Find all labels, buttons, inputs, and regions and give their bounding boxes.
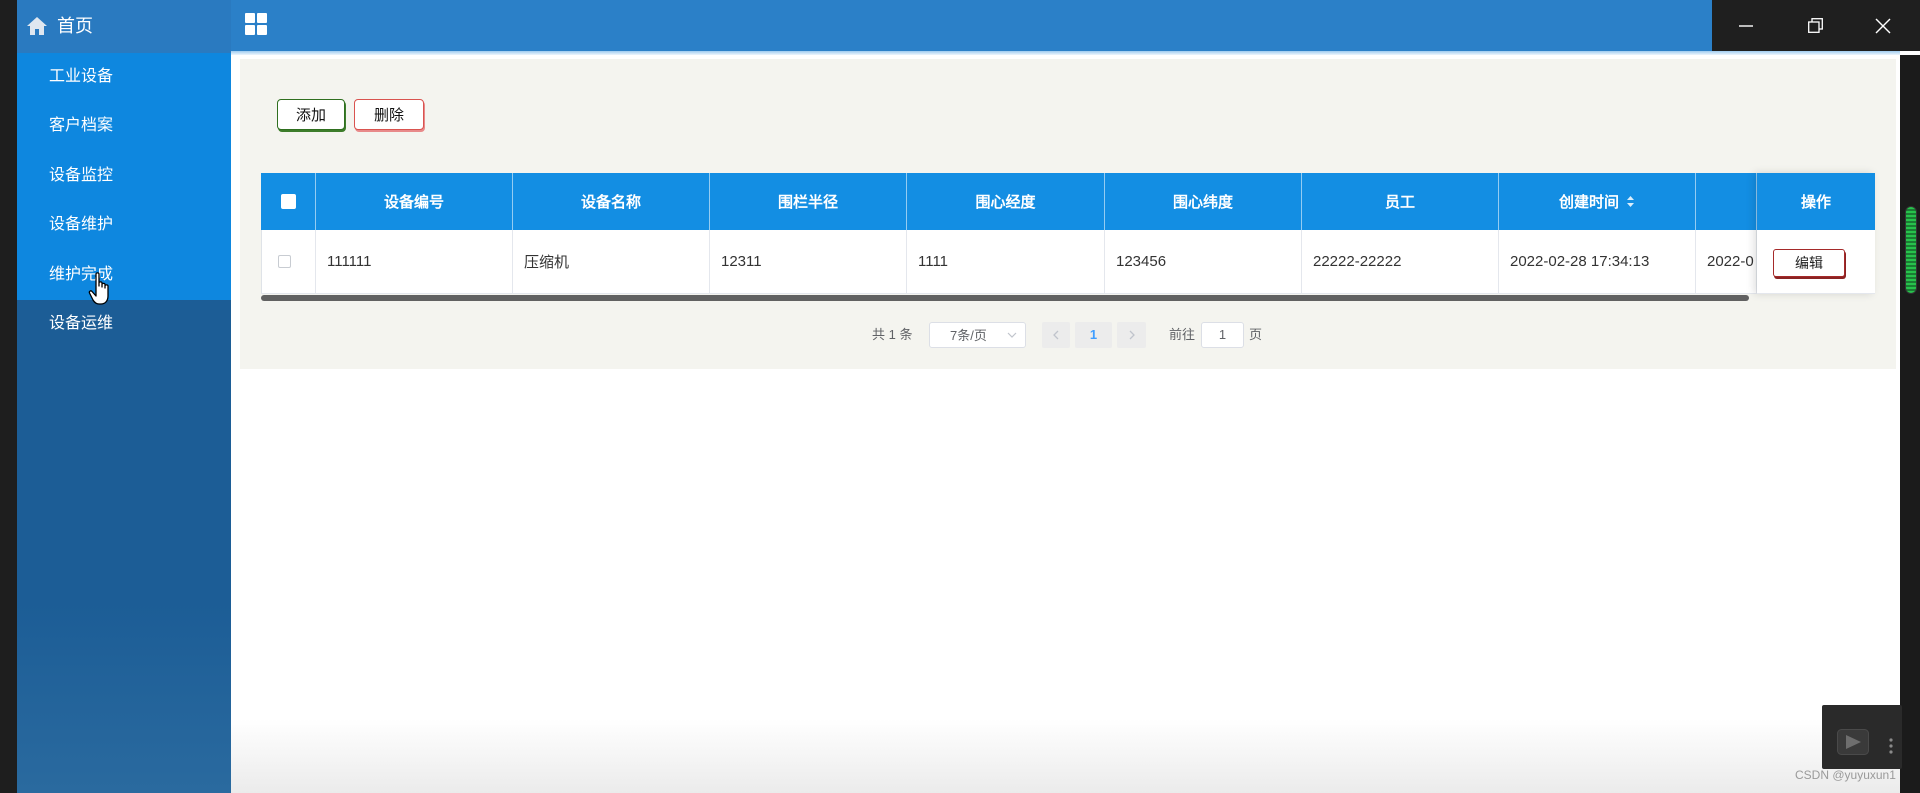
sidebar: 首页 工业设备 客户档案 设备监控 设备维护 维护完成 设备运维 [17,0,231,793]
goto-label: 前往 [1169,327,1196,342]
home-icon [27,17,47,35]
column-header-code[interactable]: 设备编号 [316,173,513,230]
column-header-name[interactable]: 设备名称 [513,173,710,230]
page-number-current[interactable]: 1 [1075,322,1112,348]
delete-button[interactable]: 删除 [354,99,424,130]
sidebar-header-label: 首页 [57,16,93,36]
sidebar-item-customer-files[interactable]: 客户档案 [17,101,231,150]
edit-button[interactable]: 编辑 [1773,249,1845,277]
goto-suffix: 页 [1249,327,1263,342]
row-checkbox[interactable] [278,255,291,268]
minimize-button[interactable] [1723,0,1769,51]
cell-name: 压缩机 [513,230,710,293]
more-vertical-icon[interactable] [1888,737,1894,755]
level-indicator [1905,206,1917,294]
restore-button[interactable] [1792,0,1838,51]
row-checkbox-cell [261,230,316,293]
sidebar-header-home[interactable]: 首页 [17,0,231,53]
window-right-edge [1900,55,1920,793]
window-left-edge [0,0,17,793]
chevron-right-icon [1129,330,1135,340]
hand-cursor-icon [88,272,109,305]
sidebar-item-equipment-operations[interactable]: 设备运维 [17,299,231,348]
next-page-button[interactable] [1117,322,1146,348]
column-header-created-label: 创建时间 [1558,194,1619,211]
top-header-bar [231,0,1712,51]
select-all-checkbox[interactable] [281,194,296,209]
cell-radius: 12311 [710,230,907,293]
sort-caret-icon[interactable] [1626,195,1635,208]
cell-clipped: 2022-0 [1696,230,1757,293]
prev-page-button[interactable] [1042,322,1070,348]
horizontal-scrollbar[interactable] [261,295,1749,301]
main-content: 添加 删除 设备编号 设备名称 围栏半径 围心经度 围心纬度 员工 创建时间 1… [231,55,1900,793]
column-header-employee[interactable]: 员工 [1302,173,1499,230]
page-size-select[interactable]: 7条/页 [929,322,1026,348]
fixed-actions-column: 操作 编辑 [1757,173,1875,294]
page-size-value: 7条/页 [950,328,987,343]
mini-player-widget[interactable] [1822,705,1902,769]
sidebar-item-equipment-maintenance[interactable]: 设备维护 [17,200,231,249]
close-button[interactable] [1860,0,1906,51]
minimize-icon [1739,24,1753,27]
column-header-radius[interactable]: 围栏半径 [710,173,907,230]
restore-icon [1807,18,1823,33]
column-header-latitude[interactable]: 围心纬度 [1105,173,1302,230]
add-button[interactable]: 添加 [277,99,345,130]
equipment-table: 设备编号 设备名称 围栏半径 围心经度 围心纬度 员工 创建时间 111111 … [261,173,1875,301]
actions-cell: 编辑 [1757,230,1875,294]
column-header-created[interactable]: 创建时间 [1499,173,1696,230]
table-header: 设备编号 设备名称 围栏半径 围心经度 围心纬度 员工 创建时间 [261,173,1875,230]
chevron-left-icon [1053,330,1059,340]
table-row[interactable]: 111111 压缩机 12311 1111 123456 22222-22222… [261,230,1875,294]
watermark: CSDN @yuyuxun1 [1795,768,1896,782]
cell-latitude: 123456 [1105,230,1302,293]
cell-created: 2022-02-28 17:34:13 [1499,230,1696,293]
sidebar-item-industrial-equipment[interactable]: 工业设备 [17,52,231,101]
chevron-down-icon [1007,332,1017,338]
close-icon [1875,18,1891,33]
column-header-actions: 操作 [1757,173,1875,230]
column-header-clipped [1696,173,1757,230]
cell-code: 111111 [316,230,513,293]
grid-icon[interactable] [245,13,267,35]
cell-longitude: 1111 [907,230,1105,293]
window-controls [1712,0,1920,51]
header-checkbox-cell [261,173,316,230]
pagination-total: 共 1 条 [872,327,913,342]
goto-page-input[interactable] [1201,322,1244,348]
sidebar-item-equipment-monitoring[interactable]: 设备监控 [17,151,231,200]
column-header-longitude[interactable]: 围心经度 [907,173,1105,230]
play-icon[interactable] [1837,729,1869,755]
cell-employee: 22222-22222 [1302,230,1499,293]
sidebar-item-maintenance-complete[interactable]: 维护完成 [17,250,231,299]
content-panel: 添加 删除 设备编号 设备名称 围栏半径 围心经度 围心纬度 员工 创建时间 1… [240,59,1896,369]
